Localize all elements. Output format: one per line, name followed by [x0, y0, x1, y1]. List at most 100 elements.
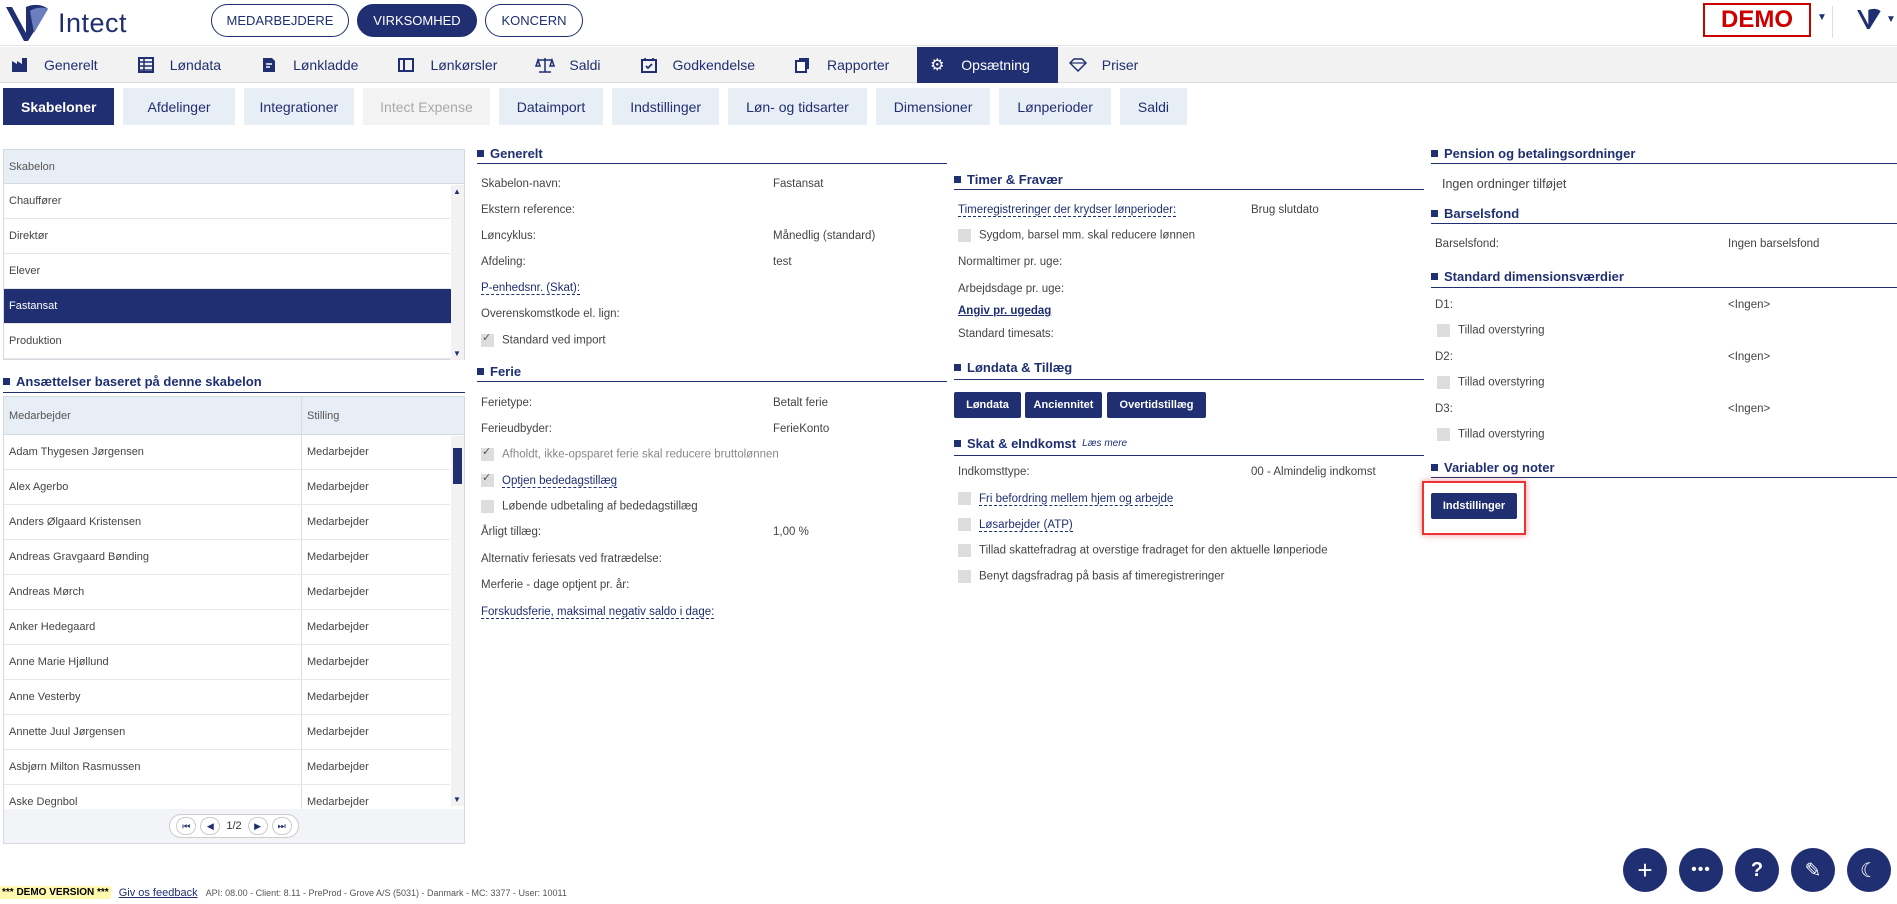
checkbox[interactable] — [481, 471, 494, 487]
ferietype-value[interactable]: Betalt ferie — [773, 397, 828, 409]
tab-dimensioner[interactable]: Dimensioner — [875, 88, 991, 125]
income-value[interactable]: 00 - Almindelig indkomst — [1251, 466, 1376, 478]
nav-lonkorsler[interactable]: Lønkørsler — [386, 47, 525, 83]
cross-label[interactable]: Timeregistreringer der krydser lønperiod… — [958, 204, 1177, 217]
fri-checkbox[interactable]: Fri befordring mellem hjem og arbejde — [958, 492, 1174, 506]
table-row[interactable]: Alex Agerbo Medarbejder — [4, 470, 450, 505]
d1-value[interactable]: <Ingen> — [1728, 299, 1770, 311]
londata-button[interactable]: Løndata — [954, 392, 1021, 418]
std-import-checkbox[interactable]: Standard ved import — [481, 331, 606, 347]
col-employee-header[interactable]: Medarbejder — [4, 397, 302, 434]
cross-value[interactable]: Brug slutdato — [1251, 204, 1319, 216]
d2-value[interactable]: <Ingen> — [1728, 351, 1770, 363]
table-row[interactable]: Annette Juul Jørgensen Medarbejder — [4, 715, 450, 750]
tillad-checkbox[interactable]: Tillad skattefradrag at overstige fradra… — [958, 544, 1328, 557]
table-row[interactable]: Adam Thygesen Jørgensen Medarbejder — [4, 435, 450, 470]
d2-override-checkbox[interactable]: Tillad overstyring — [1437, 376, 1545, 389]
demo-badge[interactable]: DEMO — [1703, 3, 1811, 37]
nav-godkendelse[interactable]: Godkendelse — [629, 47, 784, 83]
tab-dataimport[interactable]: Dataimport — [498, 88, 604, 125]
table-row[interactable]: Anne Vesterby Medarbejder — [4, 680, 450, 715]
tab-integrationer[interactable]: Integrationer — [243, 88, 355, 125]
per-weekday-link[interactable]: Angiv pr. ugedag — [958, 305, 1051, 317]
scroll-down-icon[interactable]: ▼ — [453, 349, 461, 358]
nav-lonkladde[interactable]: Lønkladde — [249, 47, 386, 83]
checkbox[interactable] — [1437, 324, 1450, 337]
checkbox[interactable] — [958, 518, 971, 531]
table-row[interactable]: Andreas Mørch Medarbejder — [4, 575, 450, 610]
forskud-label[interactable]: Forskudsferie, maksimal negativ saldo i … — [481, 606, 715, 619]
checkbox[interactable] — [958, 544, 971, 557]
first-page-icon[interactable]: ⏮ — [176, 817, 197, 835]
tab-saldi[interactable]: Saldi — [1119, 88, 1188, 125]
scroll-up-icon[interactable]: ▲ — [453, 187, 461, 196]
template-scrollbar[interactable]: ▲ ▼ — [451, 185, 464, 360]
template-item[interactable]: Elever — [4, 254, 450, 289]
nav-saldi[interactable]: Saldi — [525, 47, 628, 83]
reduce-checkbox[interactable]: Afholdt, ikke-opsparet ferie skal reduce… — [481, 445, 779, 461]
add-button[interactable]: + — [1623, 848, 1667, 892]
benyt-checkbox[interactable]: Benyt dagsfradrag på basis af timeregist… — [958, 570, 1224, 583]
variables-settings-button[interactable]: Indstillinger — [1431, 493, 1517, 519]
employments-scrollbar[interactable]: ▼ — [451, 436, 464, 806]
help-button[interactable]: ? — [1735, 848, 1779, 892]
nav-priser[interactable]: Priser — [1058, 47, 1167, 83]
nav-opsaetning[interactable]: ⚙ Opsætning — [917, 47, 1058, 83]
edit-button[interactable]: ✎ — [1791, 848, 1835, 892]
last-page-icon[interactable]: ⏭ — [271, 817, 292, 835]
table-row[interactable]: Asbjørn Milton Rasmussen Medarbejder — [4, 750, 450, 785]
template-item[interactable]: Chauffører — [4, 184, 450, 219]
template-item-selected[interactable]: Fastansat — [4, 289, 464, 324]
dark-mode-button[interactable]: ☾ — [1847, 848, 1891, 892]
checkbox[interactable] — [481, 500, 494, 513]
punit-label[interactable]: P-enhedsnr. (Skat): — [481, 282, 581, 295]
pill-medarbejdere[interactable]: MEDARBEJDERE — [211, 4, 349, 37]
lobende-checkbox[interactable]: Løbende udbetaling af bededagstillæg — [481, 500, 698, 513]
template-item[interactable]: Direktør — [4, 219, 450, 254]
template-item[interactable]: Produktion — [4, 324, 450, 359]
nav-rapporter[interactable]: Rapporter — [783, 47, 917, 83]
table-row[interactable]: Anders Ølgaard Kristensen Medarbejder — [4, 505, 450, 540]
scroll-thumb[interactable] — [453, 448, 462, 484]
intect-logo[interactable]: Intect — [4, 2, 127, 44]
barsel-value[interactable]: Ingen barselsfond — [1728, 238, 1819, 250]
chevron-down-icon[interactable]: ▼ — [1886, 14, 1896, 25]
checkbox[interactable] — [958, 492, 971, 505]
tab-lon-og-tidsarter[interactable]: Løn- og tidsarter — [728, 88, 867, 125]
dept-value[interactable]: test — [773, 256, 792, 268]
chevron-down-icon[interactable]: ▼ — [1817, 12, 1827, 23]
table-row[interactable]: Andreas Gravgaard Bønding Medarbejder — [4, 540, 450, 575]
anciennitet-button[interactable]: Anciennitet — [1025, 392, 1102, 418]
sick-checkbox[interactable]: Sygdom, barsel mm. skal reducere lønnen — [958, 229, 1195, 242]
checkbox[interactable] — [481, 445, 494, 461]
los-checkbox[interactable]: Løsarbejder (ATP) — [958, 518, 1073, 532]
next-page-icon[interactable]: ▶ — [247, 817, 268, 835]
learn-more-link[interactable]: Læs mere — [1082, 438, 1127, 449]
d1-override-checkbox[interactable]: Tillad overstyring — [1437, 324, 1545, 337]
d3-value[interactable]: <Ingen> — [1728, 403, 1770, 415]
more-button[interactable]: ••• — [1679, 848, 1723, 892]
table-row[interactable]: Anker Hedegaard Medarbejder — [4, 610, 450, 645]
checkbox[interactable] — [481, 331, 494, 347]
checkbox[interactable] — [1437, 428, 1450, 441]
feedback-link[interactable]: Giv os feedback — [119, 887, 198, 899]
pill-koncern[interactable]: KONCERN — [485, 4, 583, 37]
checkbox[interactable] — [1437, 376, 1450, 389]
yearly-value[interactable]: 1,00 % — [773, 526, 809, 538]
user-logo-icon[interactable] — [1856, 6, 1884, 35]
col-position-header[interactable]: Stilling — [302, 397, 339, 434]
optjen-checkbox[interactable]: Optjen bededagstillæg — [481, 471, 618, 488]
checkbox[interactable] — [958, 229, 971, 242]
d3-override-checkbox[interactable]: Tillad overstyring — [1437, 428, 1545, 441]
tab-lonperioder[interactable]: Lønperioder — [999, 88, 1111, 125]
scroll-down-icon[interactable]: ▼ — [453, 795, 461, 804]
tab-afdelinger[interactable]: Afdelinger — [123, 88, 235, 125]
tab-indstillinger[interactable]: Indstillinger — [612, 88, 720, 125]
tab-skabeloner[interactable]: Skabeloner — [3, 88, 115, 125]
name-value[interactable]: Fastansat — [773, 178, 824, 190]
nav-generelt[interactable]: Generelt — [0, 47, 126, 83]
pill-virksomhed[interactable]: VIRKSOMHED — [357, 4, 477, 37]
overtidstillaeg-button[interactable]: Overtidstillæg — [1107, 392, 1206, 418]
prev-page-icon[interactable]: ◀ — [200, 817, 221, 835]
nav-londata[interactable]: Løndata — [126, 47, 249, 83]
